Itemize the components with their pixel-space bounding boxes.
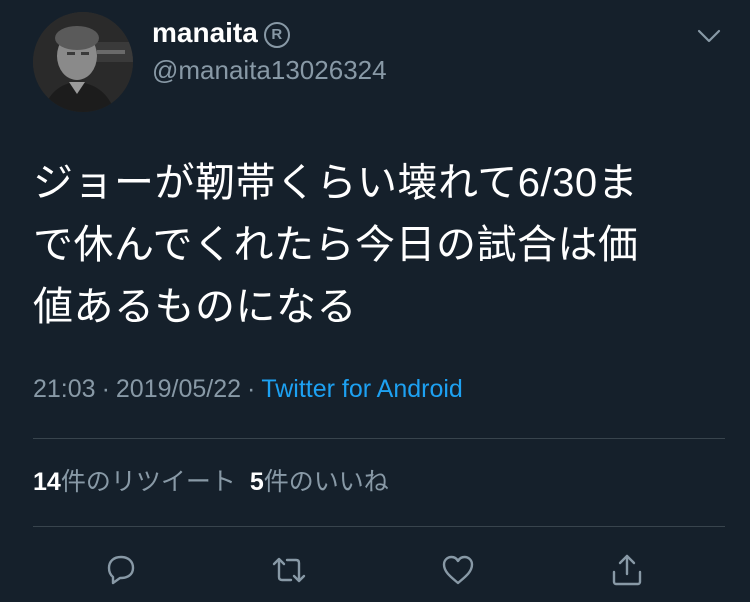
retweet-icon: [272, 557, 306, 583]
likes-stat[interactable]: 5件のいいね: [250, 468, 389, 496]
share-icon: [612, 554, 642, 586]
user-handle[interactable]: @manaita13026324: [152, 54, 387, 86]
retweets-stat[interactable]: 14件のリツイート: [33, 468, 236, 496]
like-label: 件のいいね: [263, 468, 389, 496]
tweet-time[interactable]: 21:03: [33, 375, 96, 403]
tweet-text: ジョーが靭帯くらい壊れて6/30ま で休んでくれたら今日の試合は価 値あるものになる: [33, 152, 723, 338]
tweet-text-line: で休んでくれたら今日の試合は価: [33, 223, 639, 267]
chevron-down-icon[interactable]: [695, 22, 723, 50]
reply-button[interactable]: [101, 550, 141, 590]
engagement-stats: 14件のリツイート 5件のいいね: [33, 465, 389, 499]
tweet-source-link[interactable]: Twitter for Android: [261, 375, 462, 403]
avatar[interactable]: [33, 12, 133, 112]
share-button[interactable]: [607, 550, 647, 590]
reply-icon: [107, 555, 135, 585]
retweet-button[interactable]: [269, 550, 309, 590]
like-count: 5: [249, 468, 264, 496]
divider: [33, 438, 725, 439]
retweet-count: 14: [33, 468, 61, 496]
retweet-label: 件のリツイート: [60, 468, 236, 496]
like-button[interactable]: [438, 550, 478, 590]
meta-separator: ·: [101, 375, 110, 403]
tweet-detail: manaita R @manaita13026324 ジョーが靭帯くらい壊れて6/…: [0, 0, 750, 602]
meta-separator: ·: [247, 375, 256, 403]
display-name-text[interactable]: manaita: [152, 17, 258, 48]
heart-icon: [442, 555, 474, 585]
display-name[interactable]: manaita R: [152, 16, 290, 50]
registered-badge-icon: R: [263, 22, 290, 48]
divider: [33, 526, 725, 527]
tweet-metadata: 21:03 · 2019/05/22 · Twitter for Android: [33, 372, 463, 406]
tweet-text-line: ジョーが靭帯くらい壊れて6/30ま: [33, 161, 639, 205]
tweet-date[interactable]: 2019/05/22: [116, 375, 241, 403]
tweet-text-line: 値あるものになる: [33, 285, 357, 329]
